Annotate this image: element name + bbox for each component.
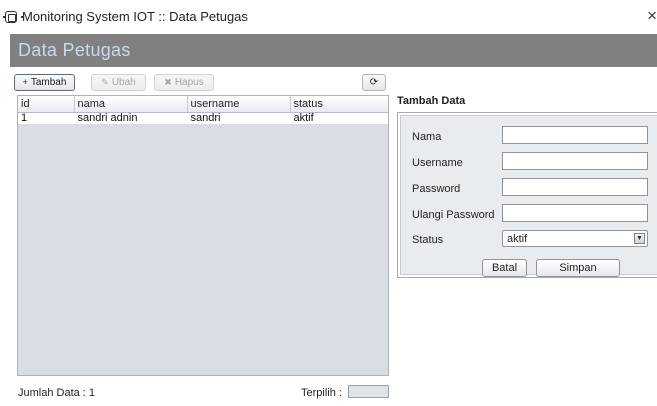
status-select[interactable]: aktif ▼ [502,230,648,247]
page-title: Data Petugas [18,40,131,60]
selected-label: Terpilih : [301,387,342,399]
cell-status: aktif [290,112,388,124]
username-label: Username [412,157,463,169]
add-button[interactable]: + Tambah [14,74,75,91]
add-button-label: Tambah [30,77,67,88]
header-banner: Data Petugas [10,34,657,67]
edit-button[interactable]: ✎ Ubah [91,74,146,91]
edit-button-label: Ubah [111,77,136,88]
password-input[interactable] [502,178,648,196]
plus-icon: + [22,77,28,87]
form-body: Nama Username Password Ulangi Password S… [400,115,657,277]
table-header-row: id nama username status [18,96,388,113]
toolbar: + Tambah ✎ Ubah ✖ Hapus ⟳ [10,67,390,95]
dropdown-arrow-icon[interactable]: ▼ [634,233,645,244]
refresh-button[interactable]: ⟳ [362,74,386,91]
column-header-nama[interactable]: nama [74,96,188,113]
cell-id: 1 [18,112,75,124]
status-select-value: aktif [507,233,528,245]
status-bar: Jumlah Data : 1 Terpilih : [17,380,389,406]
cancel-button[interactable]: Batal [482,259,527,277]
password-label: Password [412,183,461,195]
cell-nama: sandri adnin [74,112,188,124]
delete-button-label: Hapus [174,77,204,88]
save-button[interactable]: Simpan [536,259,620,277]
app-chip-icon [3,11,23,23]
name-input[interactable] [502,126,648,144]
name-label: Nama [412,131,442,143]
add-data-form: Nama Username Password Ulangi Password S… [397,112,657,278]
cell-username: sandri [187,112,291,124]
username-input[interactable] [502,152,648,170]
pencil-icon: ✎ [101,77,109,87]
column-header-status[interactable]: status [290,96,388,113]
refresh-icon: ⟳ [369,77,379,88]
confirm-password-input[interactable] [502,204,648,222]
record-count: Jumlah Data : 1 [18,387,96,399]
delete-button[interactable]: ✖ Hapus [154,74,214,91]
table-row[interactable]: 1 sandri adnin sandri aktif [18,112,388,124]
status-label: Status [412,234,444,246]
form-title: Tambah Data [397,95,466,107]
officer-table: id nama username status 1 sandri adnin s… [17,95,389,376]
confirm-password-label: Ulangi Password [412,209,495,221]
window-titlebar: Monitoring System IOT :: Data Petugas × [0,0,657,34]
column-header-id[interactable]: id [18,96,75,113]
window-title: Monitoring System IOT :: Data Petugas [22,9,248,24]
selected-value-field [348,385,389,398]
column-header-username[interactable]: username [187,96,291,113]
close-button[interactable]: × [643,5,657,27]
x-icon: ✖ [164,77,172,87]
